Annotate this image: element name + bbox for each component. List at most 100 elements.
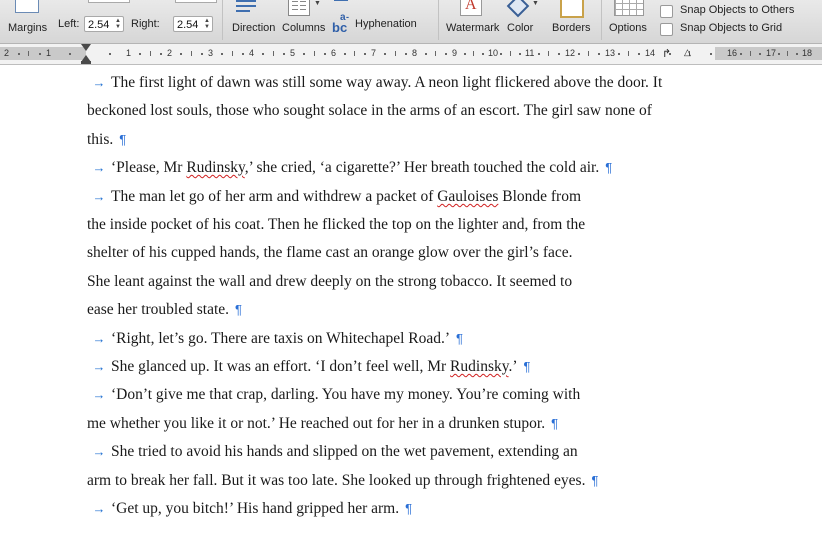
ribbon-separator bbox=[438, 0, 439, 40]
ruler-tick bbox=[201, 53, 203, 55]
ruler-tick bbox=[796, 53, 798, 55]
text-line[interactable]: → ‘Right, let’s go. There are taxis on Wh… bbox=[87, 329, 464, 349]
direction-button[interactable]: Direction bbox=[228, 0, 278, 40]
columns-dropdown-icon[interactable]: ▼ bbox=[314, 0, 321, 7]
color-dropdown-icon[interactable]: ▼ bbox=[532, 0, 539, 7]
ruler-tick bbox=[578, 53, 580, 55]
left-indent-marker[interactable] bbox=[81, 61, 91, 64]
page-borders-icon bbox=[560, 0, 584, 18]
first-line-indent-marker[interactable] bbox=[81, 44, 91, 51]
text-run: the inside pocket of his coat. Then he f… bbox=[87, 216, 586, 233]
ruler-tick bbox=[500, 53, 502, 55]
text-run: ‘Please, Mr bbox=[111, 159, 187, 176]
text-run: ‘Right, let’s go. There are taxis on Whi… bbox=[111, 330, 451, 347]
ruler-tick bbox=[283, 53, 285, 55]
text-run: arm to break her fall. But it was too la… bbox=[87, 472, 586, 489]
ruler-number: 7 bbox=[371, 48, 377, 58]
tab-mark-icon: → bbox=[92, 189, 106, 204]
ruler-tick bbox=[344, 53, 346, 55]
text-line[interactable]: → She glanced up. It was an effort. ‘I do… bbox=[87, 357, 531, 377]
text-line[interactable]: beckoned lost souls, those who sought so… bbox=[87, 101, 652, 121]
right-margin-stepper-icon[interactable]: ▲ ▼ bbox=[203, 18, 211, 30]
checkbox-box[interactable] bbox=[660, 23, 673, 36]
columns-label: Columns bbox=[282, 22, 326, 34]
top-margin-field[interactable] bbox=[88, 0, 130, 3]
text-line[interactable]: → ‘Get up, you bitch!’ His hand gripped h… bbox=[87, 499, 413, 519]
text-line[interactable]: She leant against the wall and drew deep… bbox=[87, 272, 572, 292]
right-margin-value: 2.54 bbox=[177, 19, 199, 31]
paint-bucket-icon bbox=[506, 0, 530, 18]
text-line[interactable]: → She tried to avoid his hands and slippe… bbox=[87, 442, 578, 462]
text-line[interactable]: this. ¶ bbox=[87, 130, 126, 150]
text-line[interactable]: the inside pocket of his coat. Then he f… bbox=[87, 215, 585, 235]
ruler-tick bbox=[787, 51, 788, 56]
ruler-number: 9 bbox=[452, 48, 458, 58]
grid-options-button[interactable]: Options bbox=[606, 0, 654, 40]
snap-objects-to-others-checkbox[interactable]: Snap Objects to Others bbox=[660, 4, 820, 20]
document-page[interactable]: → The first light of dawn was still some … bbox=[0, 65, 822, 535]
tab-mark-icon: → bbox=[92, 160, 106, 175]
layout-ribbon: Margins Left: 2.54 ▲ ▼ Right: 2.54 ▲ ▼ Dir… bbox=[0, 0, 822, 44]
text-run: shelter of his cupped hands, the flame c… bbox=[87, 244, 573, 261]
line-numbers-icon bbox=[334, 0, 348, 1]
text-line[interactable]: me whether you like it or not.’ He reach… bbox=[87, 414, 558, 434]
ruler-number: 5 bbox=[290, 48, 296, 58]
text-line[interactable]: arm to break her fall. But it was too la… bbox=[87, 471, 598, 491]
horizontal-ruler[interactable]: 2 1 1 2 3 4 5 6 7 8 9 10 11 12 13 14 16 17 18 ↱ △ bbox=[0, 44, 822, 65]
text-run: me whether you like it or not.’ He reach… bbox=[87, 415, 546, 432]
ruler-tick bbox=[588, 51, 589, 56]
page-borders-button[interactable]: Borders bbox=[549, 0, 595, 40]
ruler-tick bbox=[405, 53, 407, 55]
tab-stop-icon[interactable]: ↱ bbox=[662, 47, 671, 60]
paragraph-mark-icon: ¶ bbox=[235, 302, 243, 317]
text-run: ‘Don’t give me that crap, darling. You h… bbox=[111, 386, 581, 403]
ruler-tick bbox=[778, 53, 780, 55]
text-run: ‘Get up, you bitch!’ His hand gripped he… bbox=[111, 500, 400, 517]
ruler-number: 12 bbox=[565, 48, 576, 58]
columns-icon bbox=[288, 0, 310, 16]
ruler-tick bbox=[354, 51, 355, 56]
checkbox-box[interactable] bbox=[660, 5, 673, 18]
options-label: Options bbox=[609, 22, 647, 34]
text-line[interactable]: → The first light of dawn was still some … bbox=[87, 73, 663, 93]
right-margin-field[interactable]: 2.54 ▲ ▼ bbox=[173, 16, 213, 32]
ruler-number: 11 bbox=[525, 48, 535, 58]
hyphenation-button[interactable]: a - bc Hyphenation bbox=[330, 0, 420, 40]
ruler-tick bbox=[618, 53, 620, 55]
text-run: She tried to avoid his hands and slipped… bbox=[111, 443, 578, 460]
ruler-number: 3 bbox=[208, 48, 214, 58]
watermark-label: Watermark bbox=[446, 22, 500, 34]
ruler-tick bbox=[598, 53, 600, 55]
text-line[interactable]: → ‘Don’t give me that crap, darling. You … bbox=[87, 385, 581, 405]
ruler-tick bbox=[435, 51, 436, 56]
ribbon-separator bbox=[601, 0, 602, 40]
tab-mark-icon: → bbox=[92, 331, 106, 346]
left-margin-field[interactable]: 2.54 ▲ ▼ bbox=[84, 16, 124, 32]
ruler-tick bbox=[759, 53, 761, 55]
ruler-tick bbox=[324, 53, 326, 55]
snap-objects-to-grid-checkbox[interactable]: Snap Objects to Grid bbox=[660, 22, 820, 38]
right-indent-marker[interactable]: △ bbox=[684, 47, 691, 58]
text-run: She glanced up. It was an effort. ‘I don… bbox=[111, 358, 451, 375]
columns-button[interactable]: ▼ Columns bbox=[280, 0, 328, 40]
text-line[interactable]: → ‘Please, Mr Rudinsky,’ she cried, ‘a ci… bbox=[87, 158, 613, 178]
ruler-tick bbox=[538, 53, 540, 55]
ruler-tick bbox=[740, 53, 742, 55]
ruler-tick bbox=[750, 51, 751, 56]
ruler-tick bbox=[262, 53, 264, 55]
ruler-tick bbox=[303, 53, 305, 55]
bottom-margin-field[interactable] bbox=[175, 0, 217, 3]
text-line[interactable]: → The man let go of her arm and withdrew … bbox=[87, 187, 582, 207]
hyphenation-icon: a - bc bbox=[332, 12, 349, 35]
ruler-tick bbox=[314, 51, 315, 56]
text-run: ease her troubled state. bbox=[87, 301, 230, 318]
text-line[interactable]: shelter of his cupped hands, the flame c… bbox=[87, 243, 573, 263]
hyphenation-label: Hyphenation bbox=[355, 18, 417, 30]
text-line[interactable]: ease her troubled state. ¶ bbox=[87, 300, 242, 320]
ruler-tick bbox=[425, 53, 427, 55]
left-margin-stepper-icon[interactable]: ▲ ▼ bbox=[114, 18, 122, 30]
margins-button[interactable]: Margins bbox=[6, 0, 52, 40]
page-color-button[interactable]: ▼ Color bbox=[503, 0, 545, 40]
watermark-button[interactable]: A Watermark bbox=[444, 0, 499, 40]
ruler-number: 16 bbox=[727, 48, 738, 58]
